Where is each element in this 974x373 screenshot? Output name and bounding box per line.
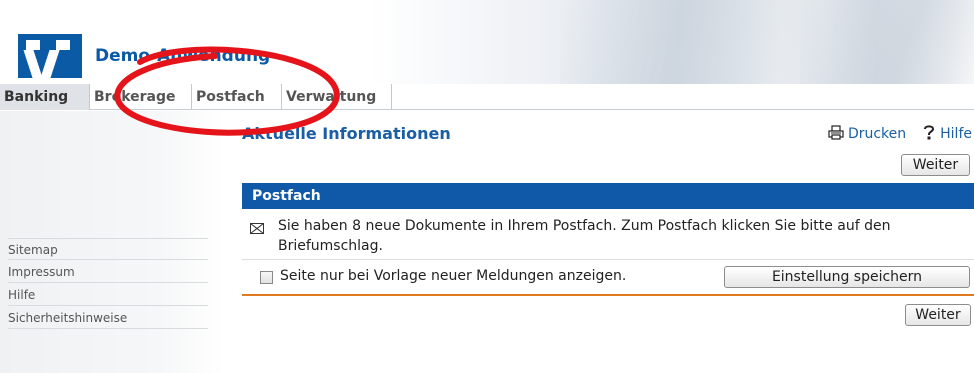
page-title: Aktuelle Informationen: [242, 124, 451, 143]
sidebar-item-hilfe[interactable]: Hilfe: [8, 284, 208, 306]
save-settings-button[interactable]: Einstellung speichern: [724, 266, 970, 288]
bank-logo[interactable]: [18, 34, 82, 78]
sidebar-item-sicherheitshinweise[interactable]: Sicherheitshinweise: [8, 307, 208, 329]
envelope-icon[interactable]: [250, 219, 264, 238]
sidebar-item-impressum[interactable]: Impressum: [8, 261, 208, 283]
message-row: Sie haben 8 neue Dokumente in Ihrem Post…: [242, 209, 974, 260]
tab-brokerage[interactable]: Brokerage: [90, 84, 192, 110]
help-icon[interactable]: [922, 124, 936, 144]
print-link[interactable]: Drucken: [848, 126, 906, 142]
message-text: Sie haben 8 neue Dokumente in Ihrem Post…: [278, 218, 891, 254]
postfach-panel-title: Postfach: [242, 183, 974, 209]
sidebar: Sitemap Impressum Hilfe Sicherheitshinwe…: [0, 111, 225, 373]
next-button-top[interactable]: Weiter: [901, 154, 970, 176]
tab-banking[interactable]: Banking: [0, 84, 90, 110]
settings-row: Seite nur bei Vorlage neuer Meldungen an…: [242, 260, 974, 296]
printer-icon[interactable]: [828, 124, 844, 144]
next-button-bottom[interactable]: Weiter: [905, 304, 971, 326]
header-decoration: [800, 0, 974, 84]
header-decoration: [560, 0, 820, 84]
app-title: Demo-Anwendung: [95, 46, 271, 66]
tab-verwaltung[interactable]: Verwaltung: [282, 84, 392, 110]
help-link[interactable]: Hilfe: [940, 126, 972, 142]
app-header: Demo-Anwendung: [0, 0, 974, 84]
show-only-new-label: Seite nur bei Vorlage neuer Meldungen an…: [280, 268, 627, 284]
main-navigation: Banking Brokerage Postfach Verwaltung: [0, 84, 974, 110]
tab-postfach[interactable]: Postfach: [192, 84, 282, 110]
show-only-new-checkbox[interactable]: [260, 271, 273, 284]
page-actions: Drucken Hilfe: [828, 124, 972, 144]
sidebar-item-sitemap[interactable]: Sitemap: [8, 238, 208, 260]
